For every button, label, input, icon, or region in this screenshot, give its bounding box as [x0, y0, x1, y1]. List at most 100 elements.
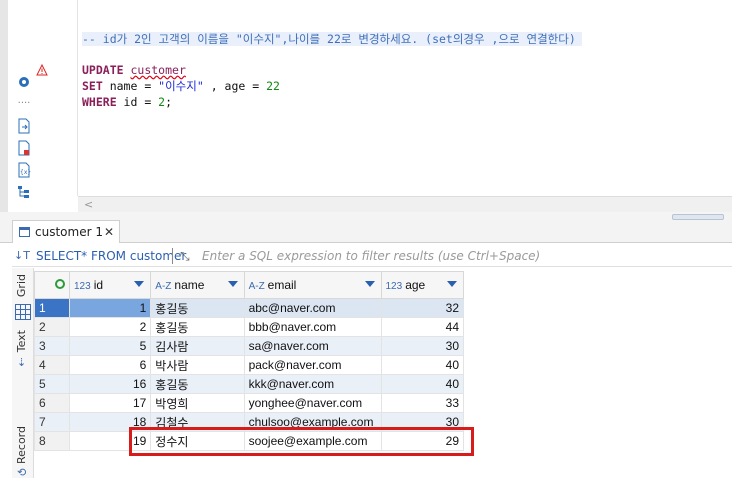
- table-name: customer: [130, 63, 186, 77]
- sort-dropdown-icon[interactable]: [364, 281, 375, 287]
- keyword-set: SET: [82, 79, 103, 93]
- table-row[interactable]: 3 5 김사람 sa@naver.com 30: [34, 336, 464, 356]
- row-number[interactable]: 5: [34, 374, 70, 394]
- text-mode-icon[interactable]: ⇣: [17, 356, 26, 369]
- set-age-text: , age =: [203, 79, 267, 93]
- results-grid[interactable]: 123 id A-Z name A-Z email 123 age 1 1 홍길동 ab…: [34, 271, 464, 451]
- column-header-name[interactable]: A-Z name: [150, 271, 245, 299]
- cell-age[interactable]: 44: [380, 317, 464, 337]
- row-number[interactable]: 8: [34, 431, 70, 451]
- sort-dropdown-icon[interactable]: [447, 281, 457, 287]
- keyword-where: WHERE: [82, 95, 117, 109]
- cell-name[interactable]: 홍길동: [150, 317, 245, 337]
- row-number[interactable]: 7: [34, 412, 70, 432]
- highlight-box: [129, 427, 474, 456]
- close-icon[interactable]: ✕: [104, 221, 114, 243]
- panel-splitter[interactable]: [0, 212, 732, 220]
- cell-name[interactable]: 김사람: [150, 336, 245, 356]
- tab-label: customer 1: [35, 225, 103, 239]
- column-label-age: age: [405, 278, 426, 292]
- column-label-id: id: [93, 278, 104, 292]
- filter-input[interactable]: Enter a SQL expression to filter results…: [202, 245, 540, 267]
- new-script-icon[interactable]: [16, 140, 32, 156]
- cell-name[interactable]: 박영희: [150, 393, 245, 413]
- sql-filter-icon[interactable]: ↓T: [14, 245, 30, 267]
- results-tabbar: customer 1 ✕: [0, 220, 732, 243]
- cell-age[interactable]: 32: [380, 298, 464, 318]
- column-header-age[interactable]: 123 age: [380, 271, 464, 299]
- tab-record[interactable]: Record: [15, 426, 28, 464]
- table-icon: [19, 227, 30, 237]
- select-all-header[interactable]: [34, 271, 70, 299]
- svg-text:{x}: {x}: [20, 169, 31, 176]
- horizontal-scrollbar[interactable]: <: [78, 196, 732, 212]
- cell-id[interactable]: 6: [68, 355, 152, 375]
- sql-comment: -- id가 2인 고객의 이름을 "이수지",나이를 22로 변경하세요. (…: [82, 32, 582, 46]
- cell-name[interactable]: 박사람: [150, 355, 245, 375]
- cell-email[interactable]: pack@naver.com: [243, 355, 382, 375]
- row-number[interactable]: 4: [34, 355, 70, 375]
- cell-email[interactable]: kkk@naver.com: [243, 374, 382, 394]
- table-row[interactable]: 6 17 박영희 yonghee@naver.com 33: [34, 393, 464, 413]
- warning-icon: [36, 61, 48, 80]
- filter-bar: ↓T SELECT* FROM customer ⤡ Enter a SQL e…: [12, 245, 732, 267]
- cell-id[interactable]: 5: [68, 336, 152, 356]
- grid-icon[interactable]: [15, 304, 31, 320]
- tab-text[interactable]: Text: [15, 330, 28, 352]
- column-header-email[interactable]: A-Z email: [243, 271, 382, 299]
- sort-dropdown-icon[interactable]: [227, 281, 238, 287]
- record-icon[interactable]: ⟲: [17, 466, 26, 479]
- cell-age[interactable]: 40: [380, 374, 464, 394]
- cell-id[interactable]: 17: [68, 393, 152, 413]
- cell-id[interactable]: 1: [68, 298, 152, 318]
- number-value-age: 22: [266, 79, 280, 93]
- cell-age[interactable]: 30: [380, 336, 464, 356]
- column-label-name: name: [174, 278, 205, 292]
- gear-icon[interactable]: [16, 74, 32, 90]
- cell-name[interactable]: 홍길동: [150, 374, 245, 394]
- outline-icon[interactable]: [16, 184, 32, 200]
- toolbar-strip: [0, 0, 8, 212]
- tab-customer-1[interactable]: customer 1 ✕: [12, 220, 120, 243]
- table-row[interactable]: 5 16 홍길동 kkk@naver.com 40: [34, 374, 464, 394]
- tab-grid[interactable]: Grid: [15, 274, 28, 297]
- table-row[interactable]: 1 1 홍길동 abc@naver.com 32: [34, 298, 464, 318]
- execute-script-icon[interactable]: [16, 118, 32, 134]
- row-number[interactable]: 1: [34, 298, 70, 318]
- cell-id[interactable]: 2: [68, 317, 152, 337]
- cell-id[interactable]: 16: [68, 374, 152, 394]
- expand-icon[interactable]: ⤡: [180, 245, 190, 267]
- string-value: "이수지": [158, 79, 204, 93]
- more-dots-icon: ····: [17, 97, 31, 109]
- semicolon: ;: [165, 95, 173, 109]
- column-label-email: email: [267, 278, 297, 292]
- filter-divider: [172, 248, 173, 264]
- cell-age[interactable]: 40: [380, 355, 464, 375]
- variables-icon[interactable]: {x}: [16, 162, 32, 178]
- cell-email[interactable]: yonghee@naver.com: [243, 393, 382, 413]
- gutter-separator: [77, 0, 78, 196]
- cell-name[interactable]: 홍길동: [150, 298, 245, 318]
- code-area[interactable]: -- id가 2인 고객의 이름을 "이수지",나이를 22로 변경하세요. (…: [82, 0, 732, 196]
- query-text: SELECT* FROM customer: [36, 249, 187, 263]
- where-text: id =: [116, 95, 159, 109]
- sort-dropdown-icon[interactable]: [134, 281, 145, 287]
- line-gutter: [34, 0, 78, 196]
- row-number[interactable]: 2: [34, 317, 70, 337]
- keyword-update: UPDATE: [82, 63, 124, 77]
- set-name-text: name =: [102, 79, 159, 93]
- table-row[interactable]: 2 2 홍길동 bbb@naver.com 44: [34, 317, 464, 337]
- cell-email[interactable]: bbb@naver.com: [243, 317, 382, 337]
- numeric-type-icon: 123: [385, 281, 403, 292]
- text-type-icon: A-Z: [155, 281, 172, 292]
- sql-editor[interactable]: ···· {x} -- id가 2인 고객의 이름을 "이수지",나이를 22로…: [0, 0, 732, 212]
- table-row[interactable]: 4 6 박사람 pack@naver.com 40: [34, 355, 464, 375]
- row-number[interactable]: 6: [34, 393, 70, 413]
- cell-email[interactable]: abc@naver.com: [243, 298, 382, 318]
- cell-email[interactable]: sa@naver.com: [243, 336, 382, 356]
- editor-toolbar: ···· {x}: [0, 0, 34, 212]
- row-number[interactable]: 3: [34, 336, 70, 356]
- column-header-id[interactable]: 123 id: [68, 271, 152, 299]
- cell-age[interactable]: 33: [380, 393, 464, 413]
- scroll-left-icon[interactable]: <: [84, 198, 93, 211]
